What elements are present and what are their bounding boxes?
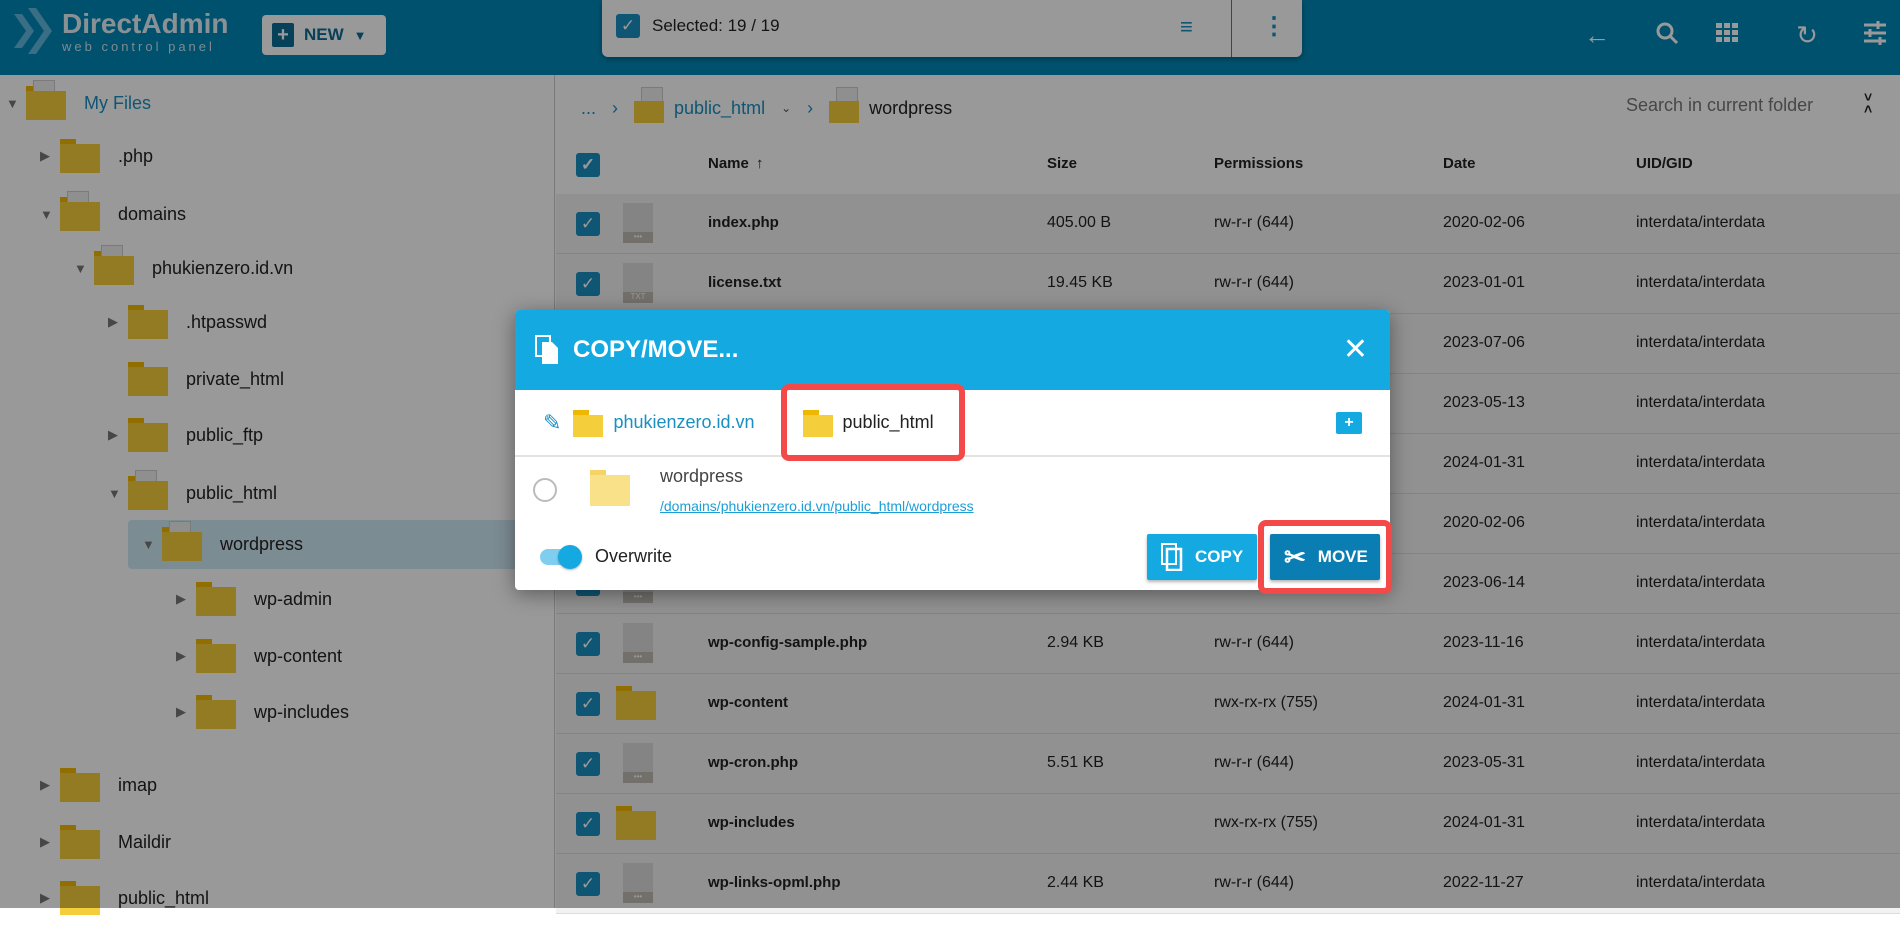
copy-file-icon [535,335,558,364]
new-folder-icon[interactable]: + [1336,412,1362,434]
radio-button[interactable] [533,478,557,502]
destination-item[interactable]: wordpress /domains/phukienzero.id.vn/pub… [515,460,1390,522]
highlight-move-button [1258,520,1392,594]
close-icon[interactable]: ✕ [1343,332,1368,367]
folder-icon [573,409,604,437]
dialog-title: COPY/MOVE... [573,336,739,363]
highlight-target-folder [781,384,965,461]
dialog-header: COPY/MOVE... [515,310,1390,390]
copy-icon [1161,543,1183,571]
item-path-link[interactable]: /domains/phukienzero.id.vn/public_html/w… [660,498,974,514]
dialog-crumb-parent[interactable]: phukienzero.id.vn [613,412,754,433]
copy-button[interactable]: COPY [1147,534,1258,580]
overwrite-toggle[interactable] [540,545,582,569]
folder-icon [590,470,630,506]
edit-pencil-icon[interactable]: ✎ [543,410,561,436]
overwrite-label: Overwrite [595,546,673,566]
item-name: wordpress [660,466,744,486]
copy-label: COPY [1195,547,1244,566]
copy-move-dialog: COPY/MOVE... ✕ ✎ phukienzero.id.vn publi… [515,310,1392,594]
